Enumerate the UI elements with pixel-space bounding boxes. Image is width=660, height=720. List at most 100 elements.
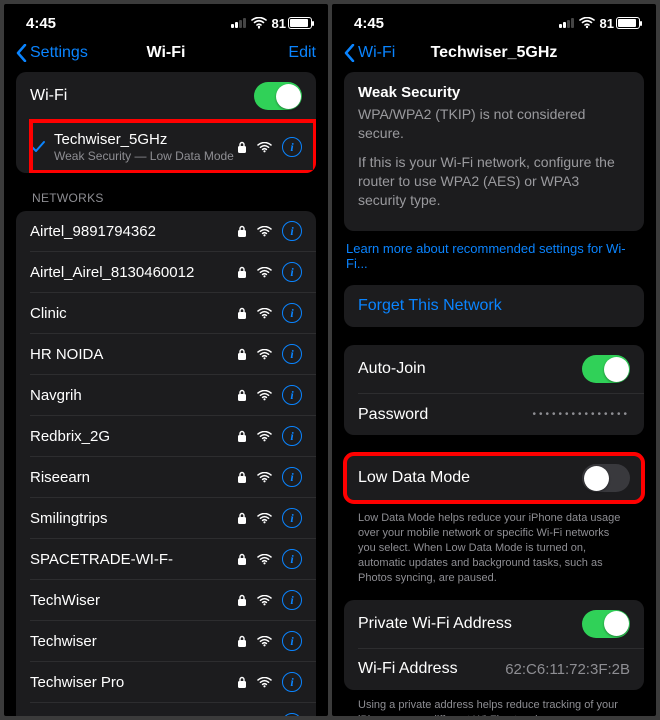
info-icon[interactable]: i <box>282 713 302 716</box>
auto-join-toggle[interactable] <box>582 355 630 383</box>
network-row[interactable]: Navgrih i <box>30 374 316 415</box>
network-row[interactable]: SPACETRADE-WI-F- i <box>30 538 316 579</box>
wifi-signal-icon <box>257 431 272 442</box>
connected-network-row[interactable]: Techwiser_5GHz Weak Security — Low Data … <box>30 120 316 173</box>
network-list: Airtel_9891794362 i Airtel_Airel_8130460… <box>16 211 316 716</box>
info-icon[interactable]: i <box>282 303 302 323</box>
network-name: Techwiser <box>30 633 237 650</box>
network-name: Techwiser Pro <box>30 674 237 691</box>
network-name: Navgrih <box>30 387 237 404</box>
auto-join-row: Auto-Join <box>344 345 644 393</box>
warning-text-1: WPA/WPA2 (TKIP) is not considered secure… <box>358 105 630 143</box>
network-row[interactable]: TP-Link_804F i <box>30 702 316 716</box>
chevron-left-icon <box>16 44 27 62</box>
back-button[interactable]: Settings <box>16 44 88 62</box>
edit-button[interactable]: Edit <box>288 44 316 62</box>
wifi-signal-icon <box>257 677 272 688</box>
wifi-signal-icon <box>257 595 272 606</box>
network-row[interactable]: Techwiser i <box>30 620 316 661</box>
network-name: Clinic <box>30 305 237 322</box>
wifi-signal-icon <box>257 472 272 483</box>
forget-network-button[interactable]: Forget This Network <box>344 285 644 327</box>
network-name: Smilingtrips <box>30 510 237 527</box>
network-row[interactable]: HR NOIDA i <box>30 333 316 374</box>
cellular-icon <box>231 18 246 28</box>
wifi-signal-icon <box>257 554 272 565</box>
network-name: Airtel_Airel_8130460012 <box>30 264 237 281</box>
lock-icon <box>237 389 247 402</box>
lock-icon <box>237 594 247 607</box>
wifi-signal-icon <box>257 308 272 319</box>
status-bar: 4:45 81 <box>4 4 328 36</box>
network-name: TechWiser <box>30 592 237 609</box>
security-warning: Weak Security WPA/WPA2 (TKIP) is not con… <box>344 72 644 231</box>
lock-icon <box>237 141 247 154</box>
info-icon[interactable]: i <box>282 631 302 651</box>
networks-header: NETWORKS <box>16 191 316 211</box>
nav-bar: Wi-Fi Techwiser_5GHz <box>332 36 656 72</box>
info-icon[interactable]: i <box>282 137 302 157</box>
network-row[interactable]: Smilingtrips i <box>30 497 316 538</box>
status-time: 4:45 <box>26 15 56 32</box>
lock-icon <box>237 348 247 361</box>
info-icon[interactable]: i <box>282 467 302 487</box>
info-icon[interactable]: i <box>282 385 302 405</box>
wifi-signal-icon <box>257 142 272 153</box>
network-row[interactable]: Airtel_Airel_8130460012 i <box>30 251 316 292</box>
private-wifi-footer: Using a private address helps reduce tra… <box>344 694 644 716</box>
wifi-signal-icon <box>257 390 272 401</box>
network-detail-screen: 4:45 81 Wi-Fi Techwiser_5GHz Weak Securi… <box>332 4 656 716</box>
checkmark-icon <box>30 139 46 155</box>
wifi-toggle[interactable] <box>254 82 302 110</box>
lock-icon <box>237 512 247 525</box>
info-icon[interactable]: i <box>282 672 302 692</box>
network-name: Airtel_9891794362 <box>30 223 237 240</box>
connected-network-name: Techwiser_5GHz <box>54 131 237 148</box>
wifi-signal-icon <box>257 636 272 647</box>
lock-icon <box>237 471 247 484</box>
info-icon[interactable]: i <box>282 590 302 610</box>
network-name: SPACETRADE-WI-F- <box>30 551 237 568</box>
network-name: HR NOIDA <box>30 346 237 363</box>
wifi-signal-icon <box>257 267 272 278</box>
lock-icon <box>237 225 247 238</box>
info-icon[interactable]: i <box>282 426 302 446</box>
nav-bar: Settings Wi-Fi Edit <box>4 36 328 72</box>
wifi-signal-icon <box>257 226 272 237</box>
info-icon[interactable]: i <box>282 221 302 241</box>
lock-icon <box>237 676 247 689</box>
private-wifi-address-row: Private Wi-Fi Address <box>344 600 644 648</box>
info-icon[interactable]: i <box>282 549 302 569</box>
network-row[interactable]: Techwiser Pro i <box>30 661 316 702</box>
password-value: ••••••••••••••• <box>532 409 630 420</box>
network-row[interactable]: Airtel_9891794362 i <box>16 211 316 251</box>
info-icon[interactable]: i <box>282 262 302 282</box>
wifi-label: Wi-Fi <box>30 87 254 105</box>
info-icon[interactable]: i <box>282 508 302 528</box>
wifi-signal-icon <box>257 349 272 360</box>
lock-icon <box>237 266 247 279</box>
status-time: 4:45 <box>354 15 384 32</box>
learn-more-link[interactable]: Learn more about recommended settings fo… <box>344 241 644 285</box>
battery-icon: 81 <box>600 16 640 31</box>
warning-text-2: If this is your Wi-Fi network, configure… <box>358 153 630 210</box>
chevron-left-icon <box>344 44 355 62</box>
status-bar: 4:45 81 <box>332 4 656 36</box>
wifi-address-row: Wi-Fi Address 62:C6:11:72:3F:2B <box>358 648 644 690</box>
info-icon[interactable]: i <box>282 344 302 364</box>
network-row[interactable]: TechWiser i <box>30 579 316 620</box>
password-row[interactable]: Password ••••••••••••••• <box>358 393 644 435</box>
wifi-signal-icon <box>257 513 272 524</box>
wifi-address-value: 62:C6:11:72:3F:2B <box>505 661 630 678</box>
lock-icon <box>237 635 247 648</box>
low-data-mode-row: Low Data Mode <box>344 453 644 503</box>
network-name: Redbrix_2G <box>30 428 237 445</box>
wifi-status-icon <box>251 17 267 29</box>
network-row[interactable]: Riseearn i <box>30 456 316 497</box>
back-button[interactable]: Wi-Fi <box>344 44 395 62</box>
network-row[interactable]: Clinic i <box>30 292 316 333</box>
lock-icon <box>237 553 247 566</box>
low-data-mode-toggle[interactable] <box>582 464 630 492</box>
private-wifi-toggle[interactable] <box>582 610 630 638</box>
network-row[interactable]: Redbrix_2G i <box>30 415 316 456</box>
